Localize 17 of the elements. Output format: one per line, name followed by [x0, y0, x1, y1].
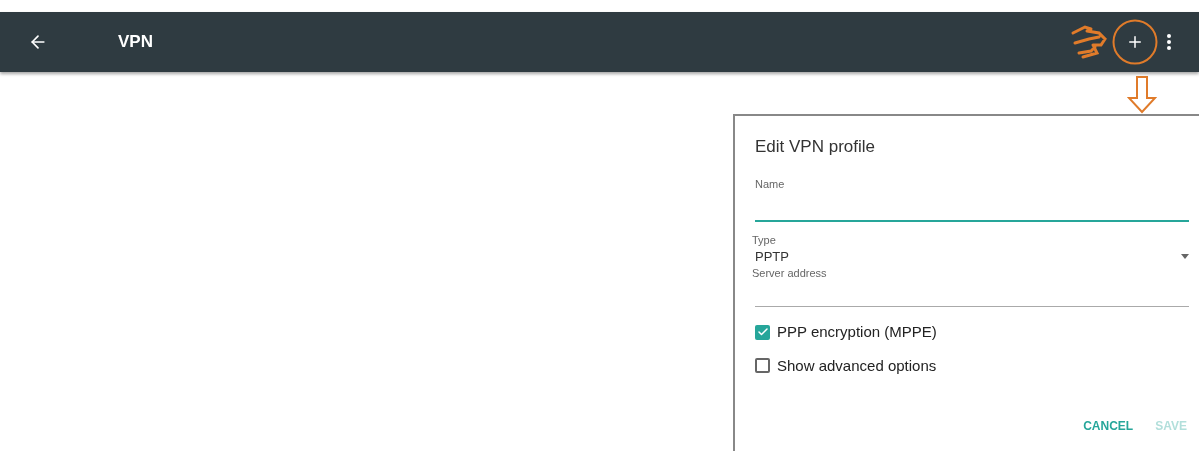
dialog-action-button[interactable]: CANCEL — [1083, 417, 1134, 435]
type-dropdown[interactable]: PPTP — [755, 248, 1189, 265]
field-label: Name — [755, 176, 786, 192]
dialog-title: Edit VPN profile — [755, 136, 876, 158]
checkbox[interactable] — [755, 358, 770, 374]
dropdown-caret-icon — [1181, 254, 1189, 259]
field-label: Type — [752, 233, 777, 248]
highlight-circle-icon — [1112, 19, 1158, 65]
down-arrow-icon — [1127, 76, 1157, 114]
more-options-button[interactable] — [1167, 34, 1171, 50]
checkbox-label: PPP encryption (MPPE) — [777, 322, 937, 342]
field-label: Server address — [752, 265, 828, 281]
more-options-icon — [1167, 34, 1171, 50]
toolbar-title: VPN — [118, 31, 153, 54]
checkbox-label: Show advanced options — [777, 355, 937, 376]
checkbox[interactable] — [755, 324, 770, 340]
plus-icon — [1126, 33, 1144, 51]
